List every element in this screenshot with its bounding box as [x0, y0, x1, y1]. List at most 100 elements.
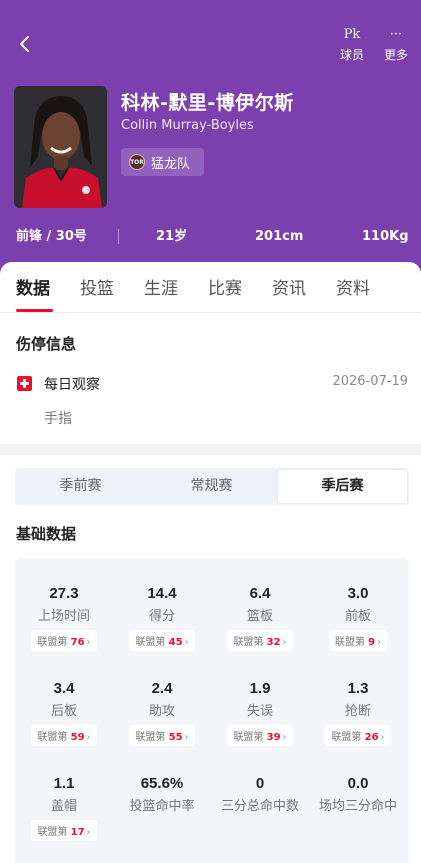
basic-stats-grid: 27.3 上场时间 联盟第 76 › 14.4 得分 联盟第 45 › 6.4 篮板… [15, 558, 409, 863]
team-logo-icon: TOR [129, 154, 145, 170]
rank-prefix: 联盟第 [135, 732, 166, 743]
tab-profile[interactable]: 资料 [336, 274, 370, 299]
injury-date: 2026-07-19 [332, 374, 408, 389]
chevron-right-icon: › [86, 637, 91, 648]
rank-prefix: 联盟第 [37, 732, 68, 743]
stat-cell: 27.3 上场时间 联盟第 76 › [15, 585, 113, 651]
chevron-right-icon: › [86, 827, 91, 838]
chevron-right-icon: › [282, 637, 287, 648]
chevron-right-icon: › [86, 732, 91, 743]
league-rank-link[interactable]: 联盟第 55 › [129, 725, 195, 746]
stat-label: 上场时间 [37, 609, 90, 624]
stat-value: 1.9 [249, 680, 271, 697]
tab-career[interactable]: 生涯 [144, 274, 178, 299]
chevron-left-icon [20, 36, 29, 52]
rank-number: 76 [70, 637, 85, 648]
active-tab-indicator [16, 309, 53, 312]
injury-body-part: 手指 [44, 411, 72, 427]
player-meta-row: 前锋 / 30号 21岁 201cm 110Kg [0, 226, 421, 248]
stat-value: 3.0 [347, 585, 369, 602]
rank-prefix: 联盟第 [331, 732, 362, 743]
stat-label: 盖帽 [50, 799, 77, 814]
rank-number: 32 [266, 637, 281, 648]
stat-value: 0 [255, 775, 265, 792]
stat-value: 6.4 [249, 585, 271, 602]
main-tabs: 数据 投篮 生涯 比赛 资讯 资料 [0, 262, 421, 313]
stat-cell: 2.4 助攻 联盟第 55 › [113, 680, 211, 746]
stat-cell: 1.9 失误 联盟第 39 › [211, 680, 309, 746]
more-button[interactable]: ··· 更多 [374, 26, 418, 63]
rank-number: 45 [168, 637, 183, 648]
stat-label: 得分 [148, 609, 175, 624]
rank-number: 26 [364, 732, 379, 743]
player-name-cn: 科林-默里-博伊尔斯 [121, 92, 294, 114]
meta-divider [118, 229, 119, 244]
stat-value: 14.4 [147, 585, 177, 602]
chevron-right-icon: › [184, 637, 189, 648]
season-type-selector: 季前赛 常规赛 季后赛 [15, 468, 409, 505]
chevron-right-icon: › [377, 637, 382, 648]
tab-news[interactable]: 资讯 [272, 274, 306, 299]
player-compare-icon: Pk [343, 27, 361, 42]
rank-number: 9 [368, 637, 376, 648]
tab-shooting[interactable]: 投篮 [80, 274, 114, 299]
player-header: Pk 球员 ··· 更多 科林-默里-博伊尔斯 Collin Murray-Bo… [0, 0, 421, 285]
stat-label: 投篮命中率 [129, 799, 195, 814]
player-avatar [14, 86, 107, 208]
season-tab-preseason[interactable]: 季前赛 [15, 468, 146, 505]
medical-cross-icon [17, 376, 32, 391]
stat-cell: 0.0 场均三分命中 [309, 775, 407, 814]
player-height: 201cm [255, 229, 304, 244]
player-switch-button[interactable]: Pk 球员 [330, 26, 374, 63]
injury-section-title: 伤停信息 [16, 335, 77, 353]
stat-cell: 6.4 篮板 联盟第 32 › [211, 585, 309, 651]
stat-cell: 1.3 抢断 联盟第 26 › [309, 680, 407, 746]
section-divider [0, 444, 421, 455]
league-rank-link[interactable]: 联盟第 32 › [227, 630, 293, 651]
stat-value: 1.3 [347, 680, 369, 697]
league-rank-link[interactable]: 联盟第 59 › [31, 725, 97, 746]
player-name-en: Collin Murray-Boyles [121, 118, 254, 133]
league-rank-link[interactable]: 联盟第 39 › [227, 725, 293, 746]
stat-cell: 0 三分总命中数 [211, 775, 309, 814]
chevron-right-icon: › [184, 732, 189, 743]
season-tab-playoffs[interactable]: 季后赛 [277, 469, 408, 504]
rank-number: 59 [70, 732, 85, 743]
stat-value: 3.4 [53, 680, 75, 697]
stat-label: 场均三分命中 [318, 799, 397, 814]
rank-prefix: 联盟第 [37, 637, 68, 648]
stat-value: 0.0 [347, 775, 369, 792]
rank-prefix: 联盟第 [334, 637, 365, 648]
stat-label: 失误 [246, 704, 273, 719]
player-switch-label: 球员 [339, 48, 364, 62]
basic-stats-title: 基础数据 [16, 525, 77, 543]
stat-label: 前板 [344, 609, 371, 624]
league-rank-link[interactable]: 联盟第 45 › [129, 630, 195, 651]
back-button[interactable] [14, 33, 36, 55]
season-tab-regular[interactable]: 常规赛 [146, 468, 277, 505]
stat-cell: 14.4 得分 联盟第 45 › [113, 585, 211, 651]
tab-games[interactable]: 比赛 [208, 274, 242, 299]
player-weight: 110Kg [362, 229, 409, 244]
tab-data[interactable]: 数据 [16, 274, 50, 299]
stat-label: 篮板 [246, 609, 273, 624]
league-rank-link[interactable]: 联盟第 76 › [31, 630, 97, 651]
league-rank-link[interactable]: 联盟第 9 › [328, 630, 388, 651]
rank-number: 17 [70, 827, 85, 838]
stat-value: 1.1 [53, 775, 75, 792]
rank-prefix: 联盟第 [233, 637, 264, 648]
injury-status: 每日观察 [44, 377, 100, 393]
league-rank-link[interactable]: 联盟第 17 › [31, 820, 97, 841]
rank-number: 39 [266, 732, 281, 743]
chevron-right-icon: › [282, 732, 287, 743]
league-rank-link[interactable]: 联盟第 26 › [325, 725, 391, 746]
team-chip[interactable]: TOR 猛龙队 [121, 148, 204, 176]
rank-prefix: 联盟第 [37, 827, 68, 838]
stat-value: 2.4 [151, 680, 173, 697]
team-name: 猛龙队 [151, 156, 191, 172]
more-dots-icon: ··· [389, 27, 403, 42]
stat-cell: 3.4 后板 联盟第 59 › [15, 680, 113, 746]
player-age: 21岁 [156, 229, 188, 244]
stat-label: 抢断 [344, 704, 371, 719]
rank-prefix: 联盟第 [233, 732, 264, 743]
